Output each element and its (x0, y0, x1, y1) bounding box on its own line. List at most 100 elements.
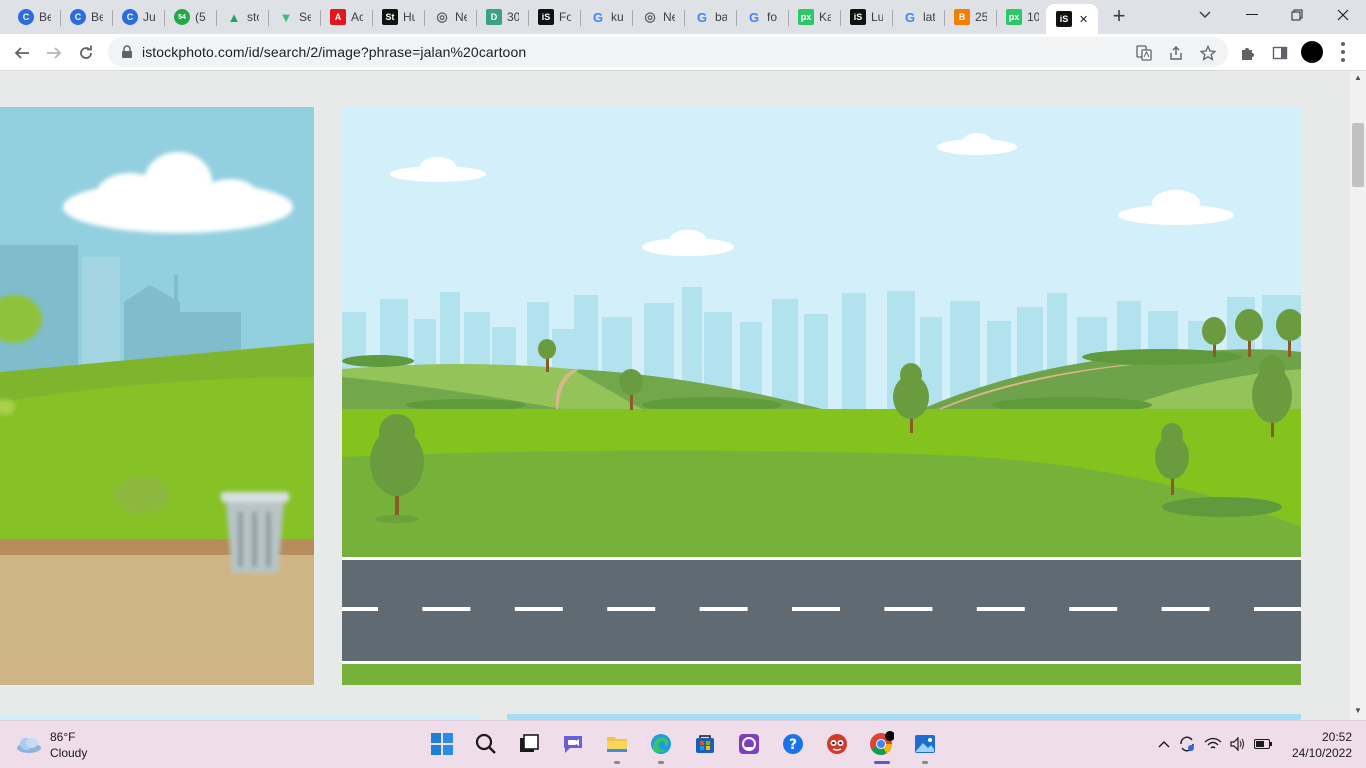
vue-icon: ▼ (279, 9, 293, 25)
browser-tab[interactable]: C Be (8, 4, 59, 30)
address-bar[interactable]: istockphoto.com/id/search/2/image?phrase… (108, 37, 1228, 67)
browser-tab[interactable]: Gba (684, 4, 735, 30)
reload-button[interactable] (72, 39, 100, 67)
pixabay-icon: px (1006, 9, 1022, 25)
restore-icon (1291, 9, 1303, 21)
tab-title: Fo (559, 10, 571, 24)
clock-time: 20:52 (1321, 730, 1352, 744)
browser-tab[interactable]: ▲ sto (216, 4, 267, 30)
share-icon[interactable] (1167, 44, 1185, 62)
chrome-menu-button[interactable] (1336, 40, 1350, 64)
browser-tab[interactable]: 54 (5 (164, 4, 215, 30)
microsoft-store-icon[interactable] (690, 729, 720, 759)
profile-avatar[interactable] (1301, 41, 1323, 63)
puzzle-icon (1242, 48, 1254, 60)
cloud-icon (17, 738, 41, 753)
tab-title: Ka (819, 10, 831, 24)
browser-tab[interactable]: Glat (892, 4, 943, 30)
close-window-button[interactable] (1320, 0, 1366, 30)
side-panel-icon (1272, 46, 1288, 60)
tab-title: Hu (403, 10, 415, 24)
browser-tab[interactable]: B 25 (944, 4, 995, 30)
browser-tab[interactable]: Gku (580, 4, 631, 30)
google-icon: G (696, 9, 708, 25)
sync-icon[interactable] (1178, 735, 1196, 753)
teams-chat-icon[interactable] (558, 729, 588, 759)
url-text[interactable]: istockphoto.com/id/search/2/image?phrase… (142, 44, 526, 60)
chrome-icon[interactable] (866, 729, 896, 764)
tab-title: Ne (663, 10, 675, 24)
browser-tab[interactable]: ◎ Ne (632, 4, 683, 30)
canva-icon: C (122, 9, 138, 25)
svg-text:?: ? (789, 737, 797, 753)
clock[interactable]: 20:52 24/10/2022 (1290, 729, 1352, 761)
photos-icon[interactable] (910, 729, 940, 764)
dafont-icon: D (486, 9, 502, 25)
volume-icon[interactable] (1230, 737, 1246, 751)
search-icon[interactable] (471, 729, 501, 759)
page-scrollbar[interactable]: ▲ ▼ (1350, 71, 1366, 720)
lane-marking (884, 607, 933, 611)
browser-tab[interactable]: St Hu (372, 4, 423, 30)
browser-tab[interactable]: Gfo (736, 4, 787, 30)
browser-tab[interactable]: iS Fo (528, 4, 579, 30)
tab-title: sto (247, 10, 259, 24)
tab-title: Se (299, 10, 311, 24)
lane-marking (1161, 607, 1210, 611)
browser-tab[interactable]: px 10 (996, 4, 1047, 30)
tab-title: Ac (351, 10, 363, 24)
forward-button[interactable] (40, 39, 68, 67)
istock-icon: iS (850, 9, 866, 25)
browser-tab[interactable]: iS ✕ (1046, 4, 1098, 34)
chevron-up-icon[interactable] (1158, 740, 1170, 748)
scroll-down-arrow-icon[interactable]: ▼ (1350, 706, 1366, 718)
browser-tab[interactable]: C Ju (112, 4, 163, 30)
windows-taskbar: 86°F Cloudy ? 20:52 24/10/2022 (0, 720, 1366, 768)
scroll-thumb[interactable] (1352, 123, 1364, 187)
app-icon[interactable] (734, 729, 764, 759)
weather-widget[interactable]: 86°F Cloudy (16, 729, 87, 761)
browser-tab[interactable]: ▼ Se (268, 4, 319, 30)
bookmark-star-icon[interactable] (1199, 44, 1217, 62)
translate-icon[interactable] (1135, 44, 1153, 62)
istock-icon: iS (1056, 11, 1072, 27)
browser-tab[interactable]: px Ka (788, 4, 839, 30)
wifi-icon[interactable] (1204, 737, 1222, 751)
google-icon: G (748, 9, 760, 25)
tab-search-button[interactable] (1182, 0, 1228, 30)
browser-tab[interactable]: ◎ Ne (424, 4, 475, 30)
browser-tab[interactable]: C Be (60, 4, 111, 30)
restore-button[interactable] (1274, 0, 1320, 30)
google-drive-icon: ▲ (227, 9, 241, 25)
task-view-icon[interactable] (514, 729, 544, 759)
tab-title: lat (923, 10, 935, 24)
new-tab-button[interactable]: + (1107, 3, 1131, 28)
whatsapp-icon: 54 (174, 9, 190, 25)
google-icon: G (592, 9, 604, 25)
browser-tab[interactable]: iS Lu (840, 4, 891, 30)
page-content (0, 71, 1350, 720)
scroll-up-arrow-icon[interactable]: ▲ (1350, 73, 1366, 85)
back-button[interactable] (8, 39, 36, 67)
tab-title: ku (611, 10, 623, 24)
edge-icon[interactable] (646, 729, 676, 764)
weather-temperature: 86°F (50, 730, 76, 744)
search-result-image-main[interactable] (342, 107, 1301, 685)
istock-icon: iS (538, 9, 554, 25)
tab-title: Be (39, 10, 51, 24)
browser-tab[interactable]: D 30 (476, 4, 527, 30)
close-tab-icon[interactable]: ✕ (1079, 13, 1088, 26)
extensions-button[interactable] (1234, 39, 1262, 67)
tab-title: ba (715, 10, 727, 24)
lane-marking (1254, 607, 1301, 611)
start-icon[interactable] (427, 729, 457, 759)
browser-tab[interactable]: A Ac (320, 4, 371, 30)
battery-icon[interactable] (1254, 739, 1272, 749)
chevron-down-icon (1199, 11, 1211, 19)
side-panel-button[interactable] (1266, 39, 1294, 67)
help-icon[interactable]: ? (778, 729, 808, 759)
search-result-image[interactable] (0, 107, 314, 685)
file-explorer-icon[interactable] (602, 729, 632, 764)
minimize-button[interactable] (1229, 0, 1275, 30)
game-icon[interactable] (822, 729, 852, 759)
